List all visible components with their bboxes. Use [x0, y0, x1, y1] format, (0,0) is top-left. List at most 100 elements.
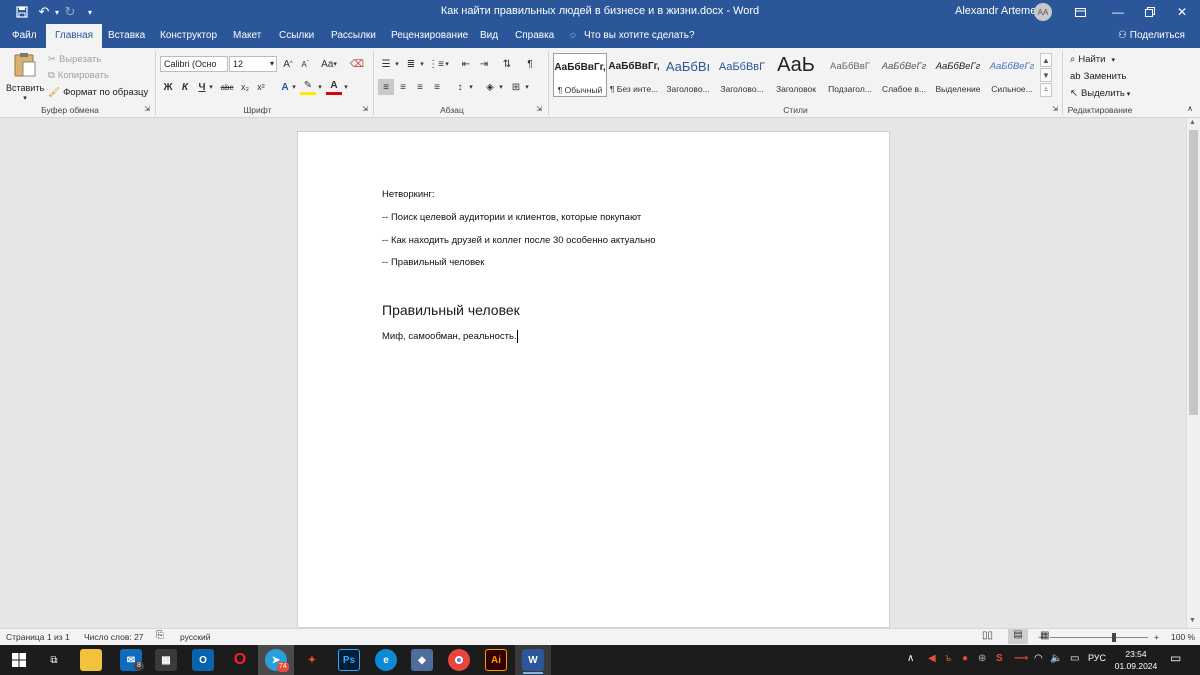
tray-app-icon[interactable]: S [996, 653, 1003, 664]
borders-dropdown-icon[interactable]: ▾ [523, 79, 531, 95]
save-icon[interactable] [12, 0, 32, 24]
tab-home[interactable]: Главная [46, 24, 103, 48]
document-heading[interactable]: Правильный человек [382, 302, 520, 318]
minimize-icon[interactable]: — [1100, 0, 1136, 24]
style-title[interactable]: АаЬ Заголовок [769, 53, 823, 97]
select-button[interactable]: ↖ Выделить ▾ [1070, 88, 1130, 99]
highlight-icon[interactable]: ✎ [300, 79, 316, 95]
notifications-icon[interactable]: ▭ [1170, 651, 1181, 665]
numbering-icon[interactable]: ≣ [403, 56, 419, 72]
increase-indent-icon[interactable]: ⇥ [476, 56, 492, 72]
style-heading-1[interactable]: АаБбВı Заголово... [661, 53, 715, 97]
tray-app-icon[interactable]: ● [962, 653, 968, 664]
replace-button[interactable]: ab Заменить [1070, 71, 1126, 82]
change-case-button[interactable]: Aa ▾ [317, 56, 341, 72]
font-size-combo[interactable]: 12 ▾ [229, 56, 277, 72]
file-explorer-icon[interactable] [80, 649, 102, 671]
tab-insert[interactable]: Вставка [99, 24, 154, 48]
document-line[interactable]: -- Как находить друзей и коллег после 30… [382, 235, 656, 246]
bold-button[interactable]: Ж [160, 79, 176, 95]
font-launcher-icon[interactable]: ⇲ [360, 104, 370, 114]
styles-more-icon[interactable]: ⩡ [1040, 83, 1052, 97]
italic-button[interactable]: К [177, 79, 193, 95]
underline-dropdown-icon[interactable]: ▾ [207, 79, 215, 95]
paste-button[interactable]: Вставить ▾ [6, 52, 44, 102]
tray-chevron-icon[interactable]: ∧ [907, 653, 914, 664]
tab-help[interactable]: Справка [506, 24, 563, 48]
document-page[interactable]: Нетворкинг: -- Поиск целевой аудитории и… [297, 131, 890, 628]
subscript-button[interactable]: x₂ [237, 79, 253, 95]
redo-icon[interactable]: ↻ [62, 0, 78, 24]
superscript-button[interactable]: x² [253, 79, 269, 95]
multilevel-dropdown-icon[interactable]: ▾ [443, 56, 451, 72]
tab-review[interactable]: Рецензирование [382, 24, 477, 48]
avatar[interactable]: AA [1034, 3, 1052, 21]
read-mode-icon[interactable]: ▯▯ [982, 630, 993, 641]
photoshop-icon[interactable]: Ps [338, 649, 360, 671]
clear-formatting-icon[interactable]: ⌫ [349, 56, 365, 72]
volume-icon[interactable]: 🔈 [1050, 653, 1062, 664]
task-view-icon[interactable]: ⧉ [43, 649, 65, 671]
chrome-icon[interactable] [448, 649, 470, 671]
find-button[interactable]: ⌕ Найти ▾ [1070, 54, 1115, 65]
style-subtitle[interactable]: АаБбВвГ Подзагол... [823, 53, 877, 97]
font-color-dropdown-icon[interactable]: ▾ [342, 79, 350, 95]
tell-me-search[interactable]: ◌ Что вы хотите сделать? [570, 24, 695, 48]
style-no-spacing[interactable]: АаБбВвГг, ¶ Без инте... [607, 53, 661, 97]
highlight-dropdown-icon[interactable]: ▾ [316, 79, 324, 95]
document-line[interactable]: -- Правильный человек [382, 257, 484, 268]
strikethrough-button[interactable]: abc [218, 79, 236, 95]
user-name[interactable]: Alexandr Artemev [955, 5, 1042, 17]
clipboard-launcher-icon[interactable]: ⇲ [142, 104, 152, 114]
tab-view[interactable]: Вид [471, 24, 507, 48]
tray-app-icon[interactable]: ◀ [928, 653, 936, 664]
customize-qat-icon[interactable]: ▾ [84, 0, 96, 24]
tray-app-icon[interactable]: ъ [945, 653, 951, 664]
clock[interactable]: 23:54 01.09.2024 [1112, 648, 1160, 672]
opera-icon[interactable]: O [229, 649, 251, 671]
zoom-in-button[interactable]: + [1154, 632, 1159, 642]
copy-button[interactable]: ⧉ Копировать [48, 70, 109, 81]
pilcrow-icon[interactable]: ¶ [522, 56, 538, 72]
style-normal[interactable]: АаБбВвГг, ¶ Обычный [553, 53, 607, 97]
proofing-icon[interactable]: ⎘ [156, 630, 164, 641]
tab-references[interactable]: Ссылки [270, 24, 323, 48]
font-name-combo[interactable]: Calibri (Осно [160, 56, 228, 72]
style-intense-emphasis[interactable]: АаБбВеГг Сильное... [985, 53, 1039, 97]
paragraph-launcher-icon[interactable]: ⇲ [534, 104, 544, 114]
close-icon[interactable]: ✕ [1164, 0, 1200, 24]
page-count[interactable]: Страница 1 из 1 [6, 632, 70, 642]
bullets-dropdown-icon[interactable]: ▾ [393, 56, 401, 72]
undo-icon[interactable]: ↶ [36, 0, 52, 24]
decrease-indent-icon[interactable]: ⇤ [458, 56, 474, 72]
document-line[interactable]: Нетворкинг: [382, 189, 435, 200]
numbering-dropdown-icon[interactable]: ▾ [418, 56, 426, 72]
style-heading-2[interactable]: АаБбВвГ Заголово... [715, 53, 769, 97]
font-color-icon[interactable]: A [326, 79, 342, 95]
vpn-icon[interactable]: ◆ [411, 649, 433, 671]
line-spacing-dropdown-icon[interactable]: ▾ [467, 79, 475, 95]
edge-icon[interactable]: e [375, 649, 397, 671]
zoom-out-button[interactable]: − [1038, 632, 1043, 642]
grow-font-icon[interactable]: A ^ [280, 56, 296, 72]
language-status[interactable]: русский [180, 632, 211, 642]
outlook-icon[interactable]: O [192, 649, 214, 671]
borders-icon[interactable]: ⊞ [508, 79, 524, 95]
figma-icon[interactable]: ✦ [301, 649, 323, 671]
word-icon[interactable]: W [522, 649, 544, 671]
scroll-thumb[interactable] [1189, 130, 1198, 415]
tray-app-icon[interactable]: ⊛ [978, 653, 986, 664]
style-subtle-emphasis[interactable]: АаБбВеГг Слабое в... [877, 53, 931, 97]
print-layout-icon[interactable]: ▤ [1008, 629, 1028, 644]
zoom-slider-thumb[interactable] [1112, 633, 1116, 642]
tray-app-icon[interactable]: ⟿ [1014, 653, 1028, 664]
tab-layout[interactable]: Макет [224, 24, 270, 48]
wifi-icon[interactable]: ◠ [1034, 653, 1043, 664]
styles-scroll-up-icon[interactable]: ▲ [1040, 53, 1052, 67]
bullets-icon[interactable]: ☰ [378, 56, 394, 72]
align-right-icon[interactable]: ≡ [412, 79, 428, 95]
scroll-up-icon[interactable]: ▲ [1189, 119, 1196, 126]
text-effects-dropdown-icon[interactable]: ▾ [290, 79, 298, 95]
word-count[interactable]: Число слов: 27 [84, 632, 144, 642]
style-emphasis[interactable]: АаБбВеГг Выделение [931, 53, 985, 97]
